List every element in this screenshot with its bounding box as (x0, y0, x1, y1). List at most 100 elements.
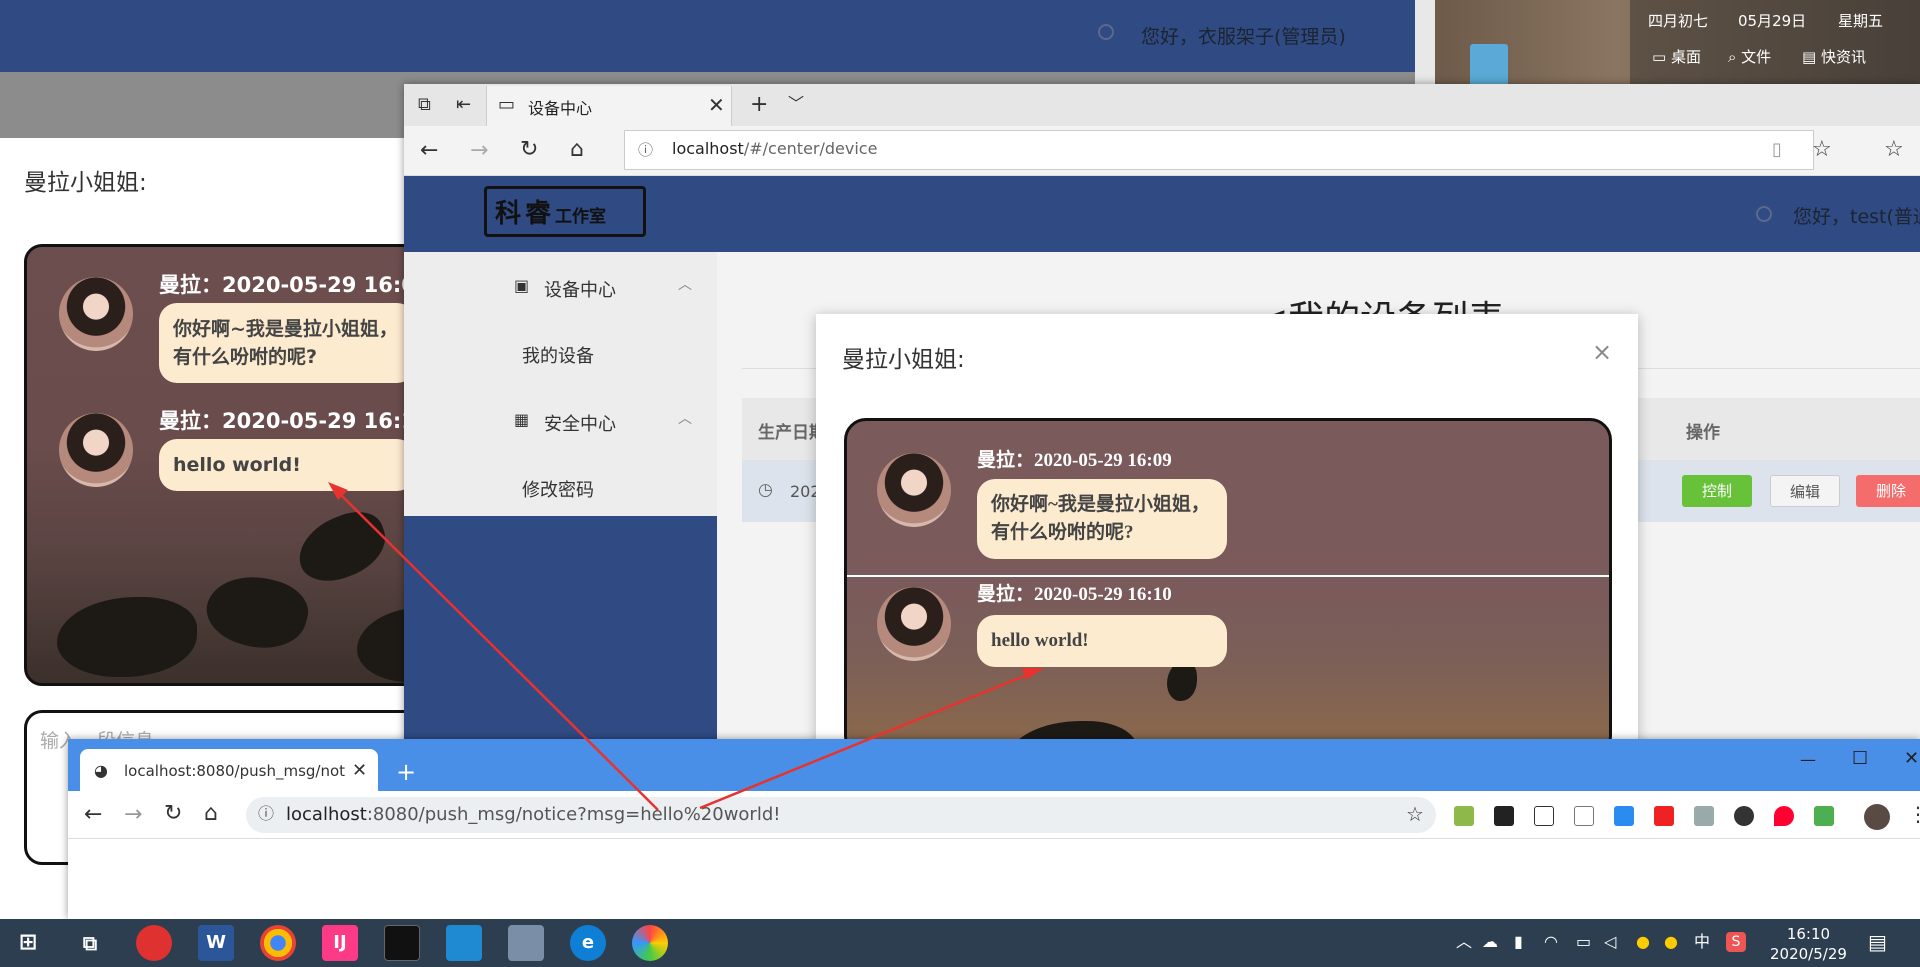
chat-panel-title: 曼拉小姐姐: (24, 170, 147, 196)
word-icon[interactable]: W (198, 925, 234, 961)
profile-avatar[interactable] (1864, 804, 1890, 830)
netease-music-icon[interactable] (136, 925, 172, 961)
qq-icon[interactable]: ● (1664, 934, 1678, 950)
network-icon[interactable] (508, 925, 544, 961)
new-tab-button[interactable]: + (396, 760, 416, 784)
leaf-decoration (199, 565, 315, 659)
windows-start-icon[interactable]: ⊞ (10, 925, 46, 961)
back-icon[interactable]: ← (84, 804, 102, 826)
close-icon[interactable]: ✕ (352, 762, 367, 780)
task-view-icon[interactable]: ⧉ (72, 925, 108, 961)
terminal-icon[interactable] (384, 925, 420, 961)
qq-icon[interactable]: ● (1636, 934, 1650, 950)
shortcut-news[interactable]: ▤ 快资讯 (1802, 46, 1866, 67)
avatar (877, 587, 951, 661)
shortcut-files[interactable]: ⌕ 文件 (1728, 46, 1771, 67)
lunar-date: 四月初七 (1648, 12, 1709, 30)
bookmark-star-icon[interactable]: ☆ (1406, 804, 1424, 824)
ime-indicator[interactable]: 中 (1694, 934, 1710, 950)
sidebar-item-device-center[interactable]: 设备中心 (544, 276, 616, 302)
refresh-icon[interactable]: ↻ (520, 139, 538, 161)
edge-icon[interactable]: e (570, 925, 606, 961)
close-window-icon[interactable]: ✕ (1904, 750, 1919, 768)
forward-icon[interactable]: → (470, 140, 488, 162)
calendar-date: 05月29日 (1738, 12, 1807, 30)
edit-button[interactable]: 编辑 (1770, 475, 1840, 507)
home-icon[interactable]: ⌂ (204, 803, 218, 825)
sidebar-item-change-password[interactable]: 修改密码 (522, 476, 594, 502)
refresh-icon[interactable]: ↻ (164, 803, 182, 825)
logo-subtext: 工作室 (555, 207, 607, 227)
reading-view-icon[interactable]: ▯ (1772, 141, 1782, 159)
chevron-down-icon[interactable]: ﹀ (788, 96, 804, 112)
app-icon[interactable] (632, 925, 668, 961)
close-icon[interactable]: × (1592, 338, 1612, 366)
minimize-icon[interactable]: — (1800, 752, 1816, 768)
avatar (59, 413, 133, 487)
extension-icon[interactable] (1534, 806, 1554, 826)
avatar (877, 453, 951, 527)
chevron-up-icon[interactable]: ︿ (678, 408, 692, 428)
maximize-icon[interactable]: ☐ (1852, 750, 1868, 768)
bookmark-icon[interactable]: ▮ (1514, 934, 1523, 950)
message-bubble: 你好啊~我是曼拉小姐姐，有什么吩咐的呢? (159, 303, 415, 383)
chevron-up-icon[interactable]: ︿ (678, 274, 692, 294)
user-greeting: 您好，test(普通 (1793, 206, 1920, 228)
chip-icon: ▣ (514, 276, 530, 295)
url-text: localhost/#/center/device (672, 139, 877, 158)
sogou-icon[interactable]: S (1726, 932, 1746, 952)
folder-icon[interactable] (1470, 44, 1508, 86)
extension-icon[interactable] (1734, 806, 1754, 826)
sidebar-item-security-center[interactable]: 安全中心 (544, 410, 616, 436)
chevron-up-icon[interactable]: ︿ (1456, 934, 1472, 950)
favorites-list-icon[interactable]: ☆ (1884, 139, 1904, 161)
shortcut-label: 快资讯 (1820, 48, 1866, 66)
wifi-icon[interactable]: ◠ (1544, 934, 1558, 950)
avatar (59, 277, 133, 351)
extension-icon[interactable] (1494, 806, 1514, 826)
gear-icon[interactable] (1756, 206, 1772, 222)
vscode-icon[interactable] (446, 925, 482, 961)
divider (847, 575, 1609, 577)
chrome-icon[interactable] (260, 925, 296, 961)
translate-icon[interactable] (1614, 806, 1634, 826)
location-icon[interactable] (1774, 806, 1794, 826)
system-clock[interactable]: 16:10 2020/5/29 (1770, 924, 1847, 964)
favorite-star-icon[interactable]: ☆ (1812, 139, 1832, 161)
volume-icon[interactable]: ◁ (1604, 934, 1616, 950)
new-tab-icon[interactable]: + (750, 94, 768, 116)
tab-actions-icon[interactable]: ⧉ (418, 96, 431, 114)
menu-icon[interactable]: ⋮ (1908, 804, 1920, 824)
battery-icon[interactable]: ▭ (1576, 934, 1591, 950)
scrollbar[interactable] (1415, 0, 1435, 86)
cloud-icon[interactable]: ☁ (1482, 934, 1498, 950)
back-icon[interactable]: ← (420, 140, 438, 162)
leaf-decoration (57, 597, 197, 677)
delete-button[interactable]: 删除 (1856, 475, 1920, 507)
shortcut-desktop[interactable]: ▭ 桌面 (1652, 46, 1701, 67)
set-aside-tabs-icon[interactable]: ⇤ (456, 96, 471, 114)
user-greeting: 您好，衣服架子(管理员) (1141, 26, 1346, 48)
tab-device-center[interactable] (486, 86, 732, 126)
extension-icon[interactable] (1654, 806, 1674, 826)
forward-icon[interactable]: → (124, 804, 142, 826)
tab-title: localhost:8080/push_msg/noti (124, 762, 346, 780)
control-button[interactable]: 控制 (1682, 475, 1752, 507)
info-icon[interactable]: ⓘ (638, 143, 653, 158)
notification-icon[interactable]: ▤ (1868, 932, 1887, 952)
info-icon[interactable]: ⓘ (258, 806, 274, 822)
extension-icon[interactable] (1574, 806, 1594, 826)
message-bubble: hello world! (159, 439, 415, 491)
close-icon[interactable]: ✕ (708, 95, 725, 115)
message-sender: 曼拉：2020-05-29 16:09 (977, 450, 1172, 471)
extension-icon[interactable] (1814, 806, 1834, 826)
gear-icon[interactable] (1098, 24, 1114, 40)
intellij-icon[interactable]: IJ (322, 925, 358, 961)
home-icon[interactable]: ⌂ (570, 139, 584, 161)
extension-icon[interactable] (1454, 806, 1474, 826)
clock-date: 2020/5/29 (1770, 945, 1847, 963)
column-header: 操作 (1686, 423, 1720, 443)
extension-icon[interactable] (1694, 806, 1714, 826)
chat-window: 曼拉：2020-05-29 16:09 你好啊~我是曼拉小姐姐，有什么吩咐的呢?… (844, 418, 1612, 758)
sidebar-item-my-devices[interactable]: 我的设备 (522, 342, 594, 368)
